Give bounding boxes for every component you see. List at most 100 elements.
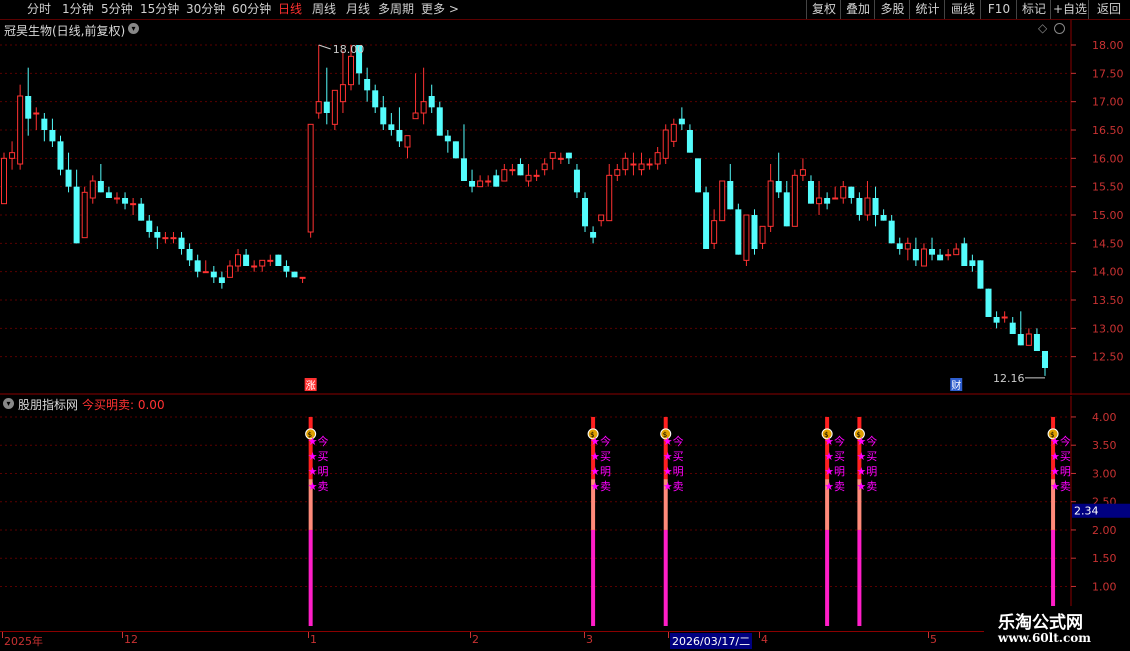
kline-chart[interactable]: 18.00 17.50 17.00 16.50 16.00 15.50 15.00 14.50… <box>0 20 1130 395</box>
candle-body <box>73 186 80 244</box>
candle-body <box>89 180 96 199</box>
candle-body <box>33 112 40 115</box>
candle <box>73 169 80 244</box>
tool-button-0[interactable]: 复权 <box>806 0 841 19</box>
candle-body <box>372 90 379 108</box>
signal-bar: $★今★买★明★卖 <box>853 416 877 626</box>
candle <box>920 243 927 267</box>
candle-body <box>81 191 88 239</box>
candle <box>396 107 403 147</box>
candle-body <box>186 249 193 261</box>
stock-title: 冠昊生物(日线,前复权) <box>4 24 126 38</box>
tool-button-5[interactable]: F10 <box>980 0 1017 19</box>
close-dot-icon[interactable] <box>1054 23 1065 34</box>
signal-bar: $★今★买★明★卖 <box>660 416 684 626</box>
period-tab-7[interactable]: 周线 <box>312 0 336 19</box>
candle-body <box>493 175 500 187</box>
candle <box>622 152 629 176</box>
period-tab-10[interactable]: 更多 > <box>421 0 459 19</box>
date-tick <box>928 632 929 638</box>
signal-text: ★买 <box>308 450 329 463</box>
candle <box>525 164 532 187</box>
period-tab-2[interactable]: 5分钟 <box>101 0 133 19</box>
candle <box>130 198 137 215</box>
date-tick <box>584 632 585 638</box>
candle-body <box>218 277 225 283</box>
candle <box>799 158 806 181</box>
candle-body <box>339 84 346 103</box>
tool-button-8[interactable]: 返回 <box>1088 0 1129 19</box>
candle-body <box>848 186 855 198</box>
price-tick-label: 17.00 <box>1092 96 1124 109</box>
kline-panel[interactable]: 18.00 17.50 17.00 16.50 16.00 15.50 15.00 14.50… <box>0 20 1130 395</box>
candle <box>194 254 201 278</box>
candle <box>339 50 346 113</box>
period-tab-5[interactable]: 60分钟 <box>232 0 271 19</box>
marker-cai: 财 <box>951 379 961 392</box>
title-dropdown-icon[interactable]: ▾ <box>128 23 139 34</box>
candle-body <box>210 271 217 278</box>
candle-body <box>1025 333 1032 346</box>
candle <box>33 107 40 130</box>
candle-body <box>299 276 306 279</box>
candle <box>703 186 710 249</box>
period-tab-9[interactable]: 多周期 <box>378 0 414 19</box>
period-tab-8[interactable]: 月线 <box>346 0 370 19</box>
candle-body <box>9 152 16 159</box>
candle <box>791 169 798 227</box>
candle <box>1042 351 1048 376</box>
date-label-7: 5 <box>930 633 937 646</box>
period-tab-6[interactable]: 日线 <box>278 0 302 19</box>
candle-body <box>807 181 814 204</box>
candle-body <box>945 254 952 257</box>
candle <box>549 152 556 170</box>
period-tab-0[interactable]: 分时 <box>27 0 51 19</box>
candle-body <box>178 237 185 249</box>
candle-body <box>646 163 653 166</box>
indicator-panel[interactable]: 4.00 3.50 3.00 2.50 2.00 1.50 1.00 2.34 $ ★今 ★买 ★明 ★… <box>0 396 1130 631</box>
signal-text: ★明 <box>590 465 611 478</box>
tool-button-1[interactable]: 叠加 <box>840 0 875 19</box>
tool-button-7[interactable]: +自选 <box>1050 0 1089 19</box>
candle <box>662 124 669 164</box>
period-tab-1[interactable]: 1分钟 <box>62 0 94 19</box>
signal-text: ★今 <box>308 434 329 448</box>
indicator-dropdown-icon[interactable]: ▾ <box>3 398 14 409</box>
tool-button-2[interactable]: 多股 <box>874 0 910 19</box>
candle <box>848 186 855 204</box>
candle-body <box>565 152 572 159</box>
candle <box>557 152 564 164</box>
date-axis: 2025年 12 1 2 3 2026/03/17/二 4 5 <box>0 631 1130 651</box>
candle <box>598 214 605 227</box>
candle <box>89 175 96 204</box>
expand-diamond-icon[interactable]: ◇ <box>1038 21 1047 35</box>
signal-text: ★买 <box>590 450 611 463</box>
indicator-chart[interactable]: 4.003.503.002.502.001.501.002.34$★今★买★明★… <box>0 396 1130 631</box>
signal-bar-lower <box>825 529 830 626</box>
candle-body <box>598 214 605 222</box>
tool-button-6[interactable]: 标记 <box>1016 0 1051 19</box>
candle <box>533 169 540 181</box>
candle <box>477 175 484 188</box>
candle-body <box>235 254 242 267</box>
candle-body <box>202 271 209 274</box>
date-label-3: 2 <box>472 633 479 646</box>
candle <box>460 124 467 181</box>
candle <box>41 113 48 142</box>
period-tab-4[interactable]: 30分钟 <box>186 0 225 19</box>
candle <box>565 152 572 164</box>
tool-button-4[interactable]: 画线 <box>944 0 981 19</box>
candle <box>929 237 936 261</box>
candle <box>541 158 548 176</box>
candle-body <box>251 265 258 268</box>
candle <box>49 118 56 147</box>
candle-body <box>146 220 153 232</box>
tool-button-3[interactable]: 统计 <box>909 0 945 19</box>
candle-body <box>993 317 1000 323</box>
candle <box>388 113 395 136</box>
period-tab-3[interactable]: 15分钟 <box>140 0 179 19</box>
candle-body <box>485 180 492 183</box>
candle-body <box>460 158 467 181</box>
date-label-5: 2026/03/17/二 <box>670 633 753 649</box>
candle-body <box>113 197 120 200</box>
